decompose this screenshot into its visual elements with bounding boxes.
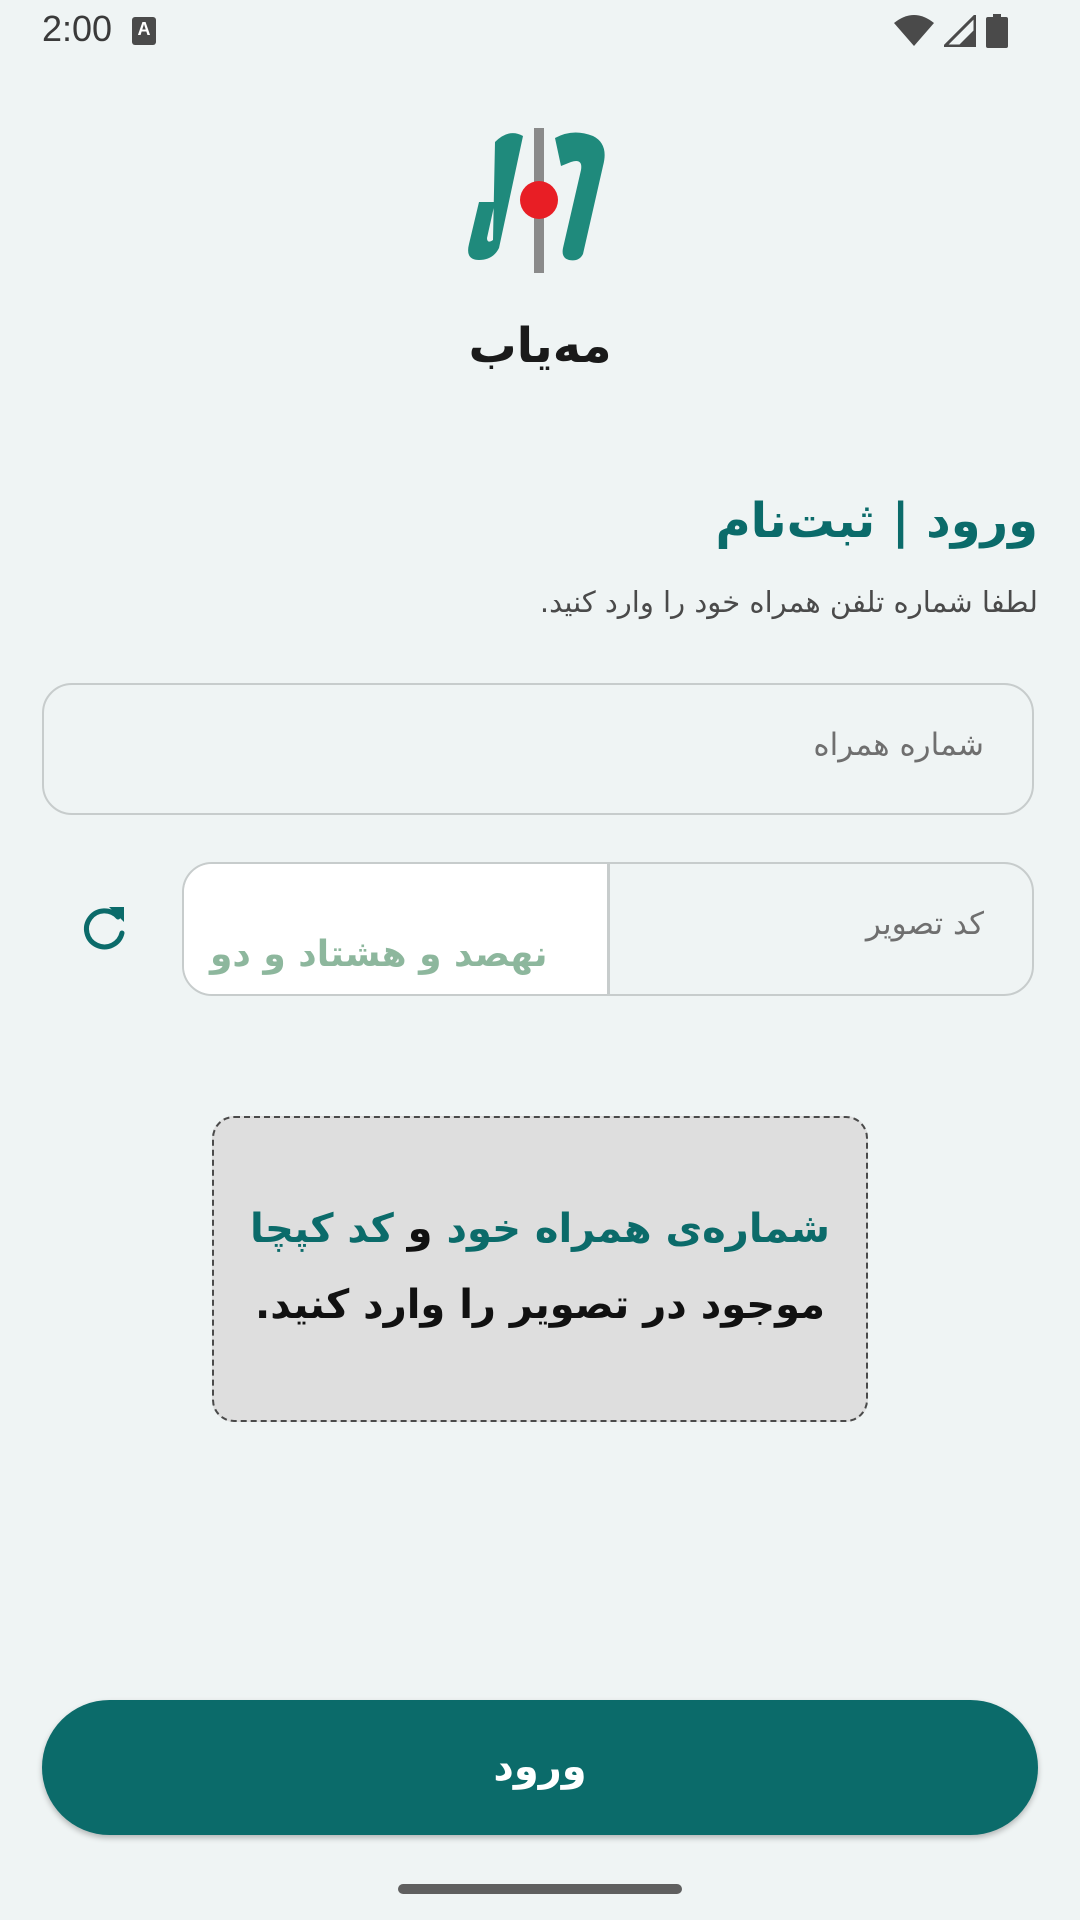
hint-captcha-highlight: کد کپچا: [250, 1206, 394, 1252]
signal-icon: [944, 15, 976, 47]
phone-number-placeholder: شماره همراه: [813, 727, 984, 763]
home-indicator[interactable]: [398, 1884, 682, 1894]
hint-line-2: موجود در تصویر را وارد کنید.: [255, 1282, 825, 1328]
app-name: مه‌یاب: [468, 318, 612, 374]
hint-phone-highlight: شماره‌ی همراه خود: [446, 1206, 830, 1252]
captcha-input[interactable]: نهصد و هشتاد و دو کد تصویر: [182, 862, 1034, 996]
captcha-placeholder: کد تصویر: [865, 906, 984, 942]
captcha-image: نهصد و هشتاد و دو: [184, 864, 610, 994]
battery-icon: [986, 14, 1008, 48]
status-icons: [894, 14, 1008, 48]
notification-a-icon: A: [132, 17, 156, 45]
wifi-icon: [894, 15, 934, 46]
hint-conjunction: و: [393, 1206, 447, 1252]
phone-number-input[interactable]: شماره همراه: [42, 683, 1034, 815]
page-subtitle: لطفا شماره تلفن همراه خود را وارد کنید.: [539, 585, 1038, 619]
captcha-image-text: نهصد و هشتاد و دو: [210, 934, 548, 975]
page-title: ورود | ثبت‌نام: [715, 493, 1038, 549]
login-button[interactable]: ورود: [42, 1700, 1038, 1835]
status-bar: 2:00 A: [0, 0, 1080, 62]
hint-box: شماره‌ی همراه خود و کد کپچا موجود در تصو…: [212, 1116, 868, 1422]
mahyab-logo-icon: [468, 128, 605, 273]
hint-line-1: شماره‌ی همراه خود و کد کپچا: [214, 1206, 866, 1252]
refresh-icon[interactable]: [78, 903, 130, 955]
status-time: 2:00: [42, 8, 113, 49]
